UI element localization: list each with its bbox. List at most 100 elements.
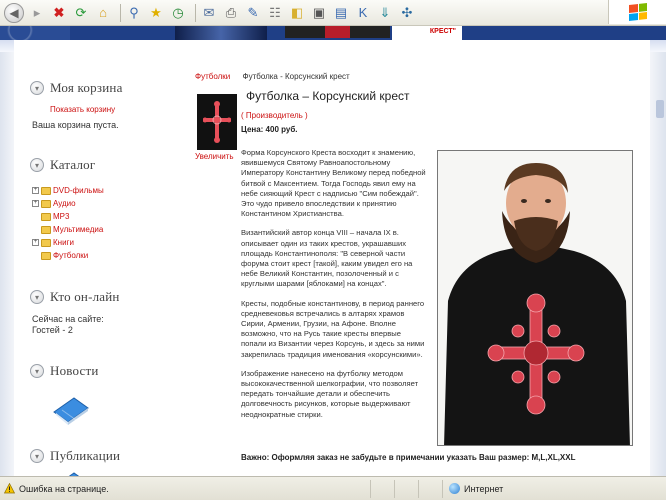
description-paragraph: Форма Корсунского Креста восходит к знам… — [241, 148, 426, 219]
print-icon[interactable]: ⎙ — [222, 4, 240, 22]
online-info: Сейчас на сайте: Гостей - 2 — [32, 314, 190, 336]
edit-icon[interactable]: ✎ — [244, 4, 262, 22]
research-icon[interactable]: ▣ — [310, 4, 328, 22]
refresh-icon[interactable]: ⟳ — [72, 4, 90, 22]
globe-icon — [449, 483, 460, 494]
expand-icon[interactable]: + — [32, 187, 39, 194]
sidebar: ▾ Моя корзина Показать корзину Ваша корз… — [30, 52, 190, 500]
status-pane — [394, 479, 418, 498]
catalog-item-label[interactable]: Книги — [53, 238, 74, 247]
catalog-title: Каталог — [50, 157, 96, 172]
catalog-item-label[interactable]: MP3 — [53, 212, 69, 221]
toolbar-separator — [120, 3, 121, 22]
news-block-title: ▾ Новости — [30, 362, 190, 380]
chevron-down-icon[interactable]: ▾ — [30, 449, 44, 463]
page-frame-left — [0, 52, 14, 476]
folder-icon — [41, 186, 51, 195]
security-zone: Интернет — [442, 479, 594, 498]
online-guests: Гостей - 2 — [32, 325, 73, 335]
cart-block-title: ▾ Моя корзина — [30, 79, 190, 97]
scrollbar-thumb[interactable] — [656, 100, 664, 118]
search-icon[interactable]: ⚲ — [125, 4, 143, 22]
breadcrumb: Футболки Футболка - Корсунский крест — [195, 72, 350, 81]
catalog-tree: + DVD-фильмы + Аудио MP3 Мультимедиа + К… — [32, 184, 190, 262]
cross-icon — [203, 101, 231, 143]
site-banner: КРЕСТ" — [0, 26, 666, 52]
folder-icon — [41, 199, 51, 208]
cart-empty-text: Ваша корзина пуста. — [32, 120, 119, 130]
catalog-block-title: ▾ Каталог — [30, 156, 190, 174]
news-title: Новости — [50, 363, 99, 378]
catalog-item-label[interactable]: Футболки — [53, 251, 88, 260]
description-paragraph: Кресты, подобные константинову, в период… — [241, 298, 425, 359]
catalog-item-books[interactable]: + Книги — [32, 236, 190, 249]
online-block-title: ▾ Кто он-лайн — [30, 288, 190, 306]
mail-icon[interactable]: ✉ — [200, 4, 218, 22]
product-price: Цена: 400 руб. — [241, 125, 298, 134]
forward-icon[interactable]: ▸ — [28, 4, 46, 22]
catalog-item-label[interactable]: Мультимедиа — [53, 225, 103, 234]
catalog-item-label[interactable]: DVD-фильмы — [53, 186, 104, 195]
page-body: ▾ Моя корзина Показать корзину Ваша корз… — [14, 52, 650, 500]
status-message: Ошибка на странице. — [19, 483, 109, 494]
k-icon[interactable]: K — [354, 4, 372, 22]
product-description: Форма Корсунского Креста восходит к знам… — [241, 148, 427, 429]
back-icon[interactable]: ◀ — [4, 2, 24, 23]
description-paragraph: Изображение нанесено на футболку методом… — [241, 368, 419, 419]
stop-icon[interactable]: ✖ — [50, 4, 68, 22]
catalog-item-mp3[interactable]: MP3 — [32, 210, 190, 223]
online-line: Сейчас на сайте: — [32, 314, 104, 324]
folder-icon — [41, 212, 51, 221]
catalog-item-multimedia[interactable]: Мультимедиа — [32, 223, 190, 236]
expand-icon[interactable]: + — [32, 239, 39, 246]
description-paragraph: Византийский автор конца VIII – начала I… — [241, 228, 413, 289]
show-cart-link[interactable]: Показать корзину — [50, 105, 190, 114]
zone-label: Интернет — [464, 483, 504, 494]
book-icon — [53, 397, 89, 425]
tools-icon[interactable]: ✣ — [398, 4, 416, 22]
browser-toolbar: ◀ ▸ ✖ ⟳ ⌂ ⚲ ★ ◷ ✉ ⎙ ✎ ☷ ◧ ▣ ▤ K ⇓ ✣ — [0, 0, 666, 26]
cart-title: Моя корзина — [50, 80, 123, 95]
toolbar-separator — [195, 3, 196, 22]
status-pane — [418, 479, 442, 498]
chevron-down-icon[interactable]: ▾ — [30, 81, 44, 95]
breadcrumb-current: Футболка - Корсунский крест — [242, 72, 350, 81]
catalog-item-audio[interactable]: + Аудио — [32, 197, 190, 210]
chevron-down-icon[interactable]: ▾ — [30, 364, 44, 378]
online-title: Кто он-лайн — [50, 289, 120, 304]
publications-title: Публикации — [50, 448, 121, 463]
banner-image — [175, 26, 267, 40]
discuss-icon[interactable]: ☷ — [266, 4, 284, 22]
product-photo — [437, 150, 633, 446]
messenger-icon[interactable]: ◧ — [288, 4, 306, 22]
catalog-item-dvd[interactable]: + DVD-фильмы — [32, 184, 190, 197]
catalog-item-label[interactable]: Аудио — [53, 199, 76, 208]
status-pane — [370, 479, 394, 498]
manufacturer-link[interactable]: ( Производитель ) — [241, 111, 308, 120]
expand-icon[interactable]: + — [32, 200, 39, 207]
folder-icon — [41, 238, 51, 247]
chevron-down-icon[interactable]: ▾ — [30, 158, 44, 172]
favorites-icon[interactable]: ★ — [147, 4, 165, 22]
download-icon[interactable]: ⇓ — [376, 4, 394, 22]
catalog-item-tshirts[interactable]: Футболки — [32, 249, 190, 262]
size-note: Важно: Оформляя заказ не забудьте в прим… — [241, 453, 576, 462]
warning-icon — [4, 483, 15, 494]
banner-krest-text: КРЕСТ" — [392, 26, 462, 40]
enlarge-link[interactable]: Увеличить — [195, 152, 234, 161]
folder-icon — [41, 251, 51, 260]
banner-bottom-band — [0, 40, 666, 52]
history-icon[interactable]: ◷ — [169, 4, 187, 22]
status-bar: Ошибка на странице. Интернет — [0, 476, 666, 500]
chevron-down-icon[interactable]: ▾ — [30, 290, 44, 304]
product-title: Футболка – Корсунский крест — [246, 89, 410, 103]
home-icon[interactable]: ⌂ — [94, 4, 112, 22]
windows-logo-icon — [608, 0, 666, 24]
product-thumbnail[interactable] — [197, 94, 237, 150]
banner-tshirt-image — [285, 26, 390, 38]
status-message-pane[interactable]: Ошибка на странице. — [0, 483, 370, 494]
breadcrumb-category-link[interactable]: Футболки — [195, 72, 230, 81]
folder-icon — [41, 225, 51, 234]
publications-block-title: ▾ Публикации — [30, 447, 190, 465]
folder-icon[interactable]: ▤ — [332, 4, 350, 22]
